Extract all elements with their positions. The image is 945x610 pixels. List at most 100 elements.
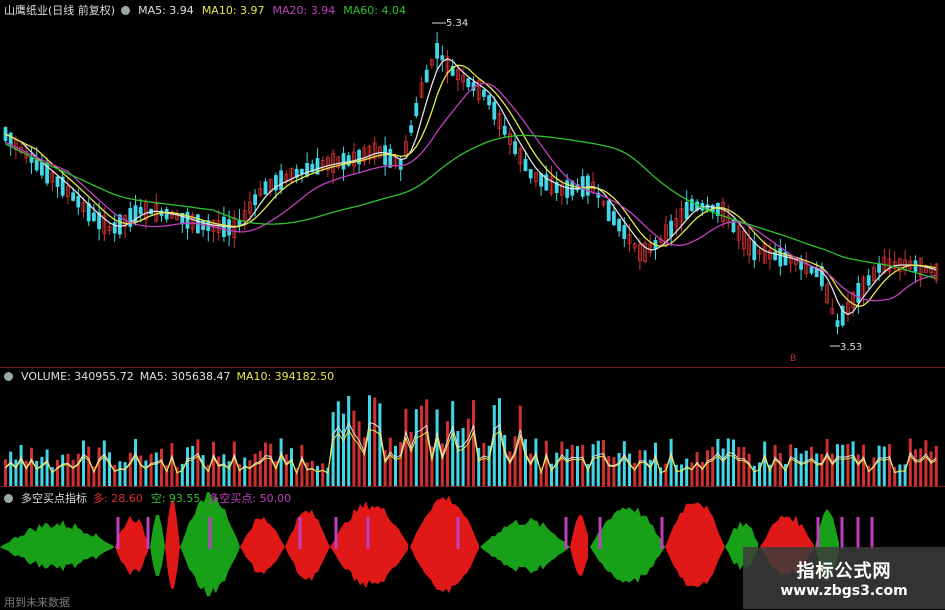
volume-bar [243, 457, 247, 486]
volume-bar [373, 397, 377, 486]
volume-bar [648, 459, 652, 486]
volume-bar [4, 459, 7, 486]
volume-bar [87, 446, 91, 486]
candle-body [669, 220, 673, 237]
volume-bar [144, 460, 148, 486]
volume-bar [461, 427, 465, 486]
volume-bar [602, 439, 605, 486]
volume-bar [851, 441, 855, 486]
candle-body [279, 170, 284, 190]
candle-body [487, 95, 492, 106]
volume-bar [368, 395, 371, 486]
volume-bar [498, 398, 501, 486]
ma-legend-item-1: MA10: 3.97 [201, 3, 265, 17]
volume-bar [310, 460, 314, 486]
volume-bar [472, 400, 475, 486]
volume-bar [76, 453, 80, 486]
volume-bar [924, 440, 928, 486]
volume-bar [388, 437, 392, 486]
volume-bar [529, 453, 533, 486]
volume-bar [186, 447, 189, 486]
volume-bar [269, 443, 273, 486]
volume-bar [154, 452, 158, 486]
volume-bar [591, 444, 595, 486]
indicator-legend-items: 多: 28.60 空: 93.55 多空买点: 50.00 [93, 490, 291, 506]
candle-body [92, 212, 96, 222]
volume-bar [284, 454, 288, 486]
candle-body [580, 176, 585, 197]
volume-bar [716, 438, 720, 486]
volume-bar [841, 444, 845, 486]
ma-legend-item-0: MA5: 3.94 [138, 3, 194, 17]
volume-bar [435, 409, 439, 486]
volume-bar [612, 457, 616, 486]
volume-bar [66, 453, 70, 486]
volume-bar [446, 421, 449, 486]
volume-bar [35, 460, 39, 486]
volume-bar [825, 438, 829, 486]
candle-body [523, 158, 528, 172]
candle-body [388, 148, 393, 168]
volume-bar [524, 439, 527, 486]
volume-bar [898, 464, 902, 486]
candle-body [492, 101, 497, 120]
ma-legend-item-2: MA20: 3.94 [272, 3, 336, 17]
volume-bar [726, 438, 730, 486]
volume-chart[interactable] [0, 368, 945, 486]
price-title: 山鹰纸业(日线 前复权) [4, 4, 116, 17]
indicator-area [570, 515, 588, 576]
volume-bar [581, 444, 585, 486]
settings-dot-icon[interactable] [121, 5, 131, 15]
settings-dot-icon[interactable] [4, 493, 13, 503]
volume-bar [264, 442, 267, 486]
indicator-legend-item-2: 多空买点: 50.00 [208, 492, 292, 505]
volume-bar [643, 450, 647, 486]
volume-bar [908, 438, 912, 486]
volume-bar [856, 454, 860, 486]
volume-bar [123, 462, 127, 486]
indicator-legend-item-1: 空: 93.55 [150, 492, 201, 505]
volume-bar [97, 447, 101, 486]
candle-body [253, 194, 258, 206]
candle-body [612, 211, 616, 226]
volume-bar [669, 438, 673, 486]
ma5-line [5, 58, 937, 316]
indicator-area [480, 517, 570, 574]
volume-bar [352, 410, 356, 486]
settings-dot-icon[interactable] [4, 372, 13, 381]
volume-bar [914, 449, 917, 486]
volume-bar [56, 459, 59, 486]
volume-bar [108, 452, 111, 486]
candle-body [185, 212, 190, 229]
indicator-legend-item-0: 多: 28.60 [93, 492, 143, 505]
volume-bar [425, 399, 429, 486]
volume-bar [160, 448, 163, 486]
volume-bar [378, 403, 382, 486]
candle-body [305, 162, 310, 177]
volume-bar [253, 453, 257, 486]
volume-bar [456, 431, 460, 486]
volume-bar [596, 440, 600, 486]
candle-body [71, 192, 75, 201]
volume-bar [534, 438, 538, 486]
high-price-label: 5.34 [446, 18, 469, 29]
volume-bar [30, 447, 33, 486]
candle-body [440, 55, 445, 61]
volume-bar [420, 405, 423, 486]
volume-bar [700, 461, 704, 486]
volume-bar [830, 453, 834, 486]
volume-bar [128, 452, 132, 486]
volume-bar [222, 454, 226, 486]
candle-body [424, 69, 429, 83]
volume-bar [279, 438, 283, 486]
candle-body [622, 225, 627, 239]
indicator-legend: 多空买点指标 多: 28.60 空: 93.55 多空买点: 50.00 [4, 490, 291, 506]
indicator-area [115, 515, 148, 576]
volume-bar [258, 450, 262, 486]
volume-bar [872, 457, 876, 486]
volume-bar [555, 452, 559, 486]
candle-body [684, 201, 689, 220]
volume-bar [134, 439, 137, 486]
volume-bar [290, 448, 293, 486]
candlestick-chart[interactable] [0, 0, 945, 368]
